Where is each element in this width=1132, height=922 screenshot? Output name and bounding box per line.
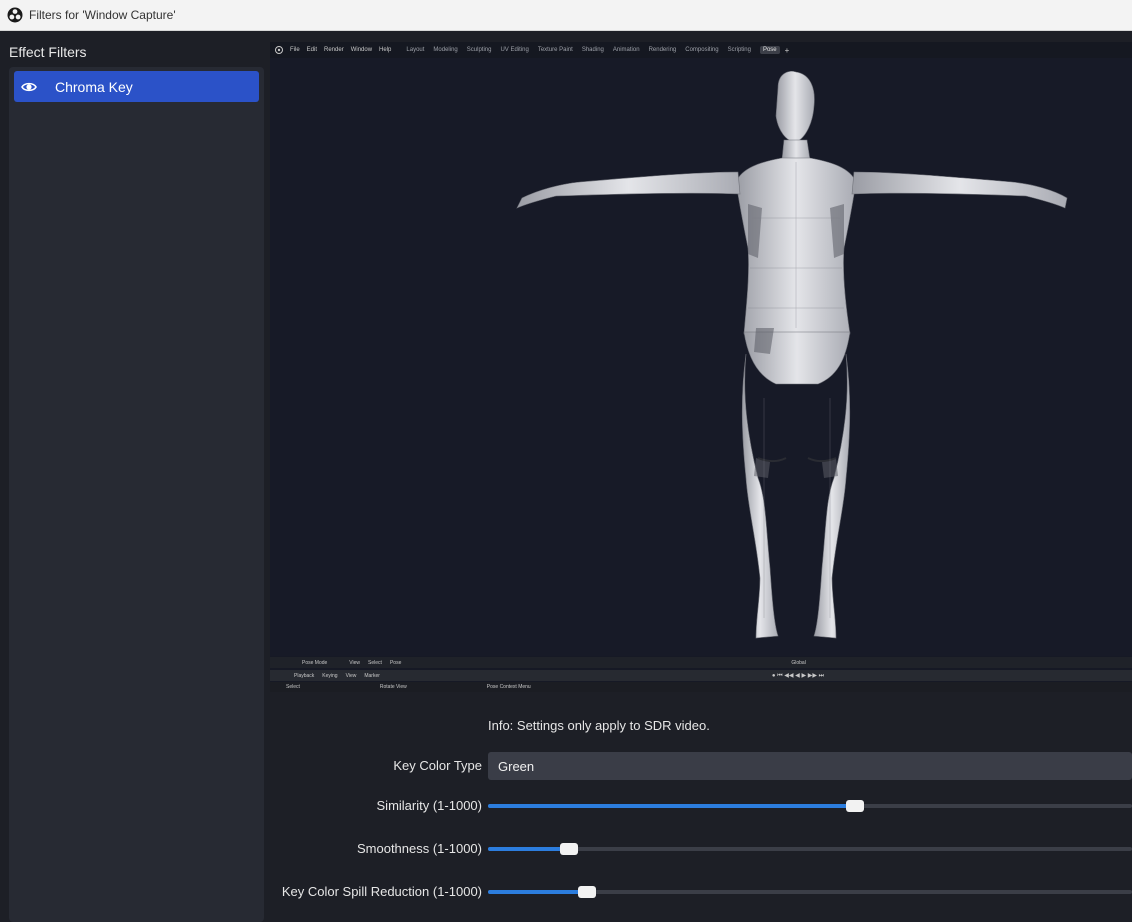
blender-viewport bbox=[270, 58, 1132, 656]
key-color-type-select[interactable]: Green bbox=[488, 752, 1132, 780]
blender-workspace: Compositing bbox=[685, 47, 719, 53]
blender-add-workspace-icon: + bbox=[784, 45, 790, 55]
slider-fill bbox=[488, 890, 587, 894]
status-context-menu: Pose Context Menu bbox=[486, 684, 531, 690]
transform-orientation: Global bbox=[791, 659, 806, 666]
mannequin-model bbox=[516, 71, 1068, 639]
blender-workspace: Rendering bbox=[648, 47, 677, 53]
filter-item-chroma-key[interactable]: Chroma Key bbox=[14, 71, 259, 102]
status-rotate-view: Rotate View bbox=[379, 684, 407, 690]
blender-logo-icon bbox=[275, 46, 283, 54]
spill-reduction-slider[interactable] bbox=[488, 885, 1132, 899]
slider-handle[interactable] bbox=[560, 843, 578, 855]
smoothness-label: Smoothness (1-1000) bbox=[356, 841, 482, 856]
spill-reduction-label: Key Color Spill Reduction (1-1000) bbox=[281, 884, 482, 899]
key-color-type-value: Green bbox=[498, 758, 535, 774]
blender-select-menu: Select bbox=[368, 659, 382, 666]
blender-timeline-bar: Playback Keying View Marker ● ⏮ ◀◀ ◀ ▶ ▶… bbox=[270, 670, 1132, 681]
key-color-type-label: Key Color Type bbox=[393, 758, 482, 773]
blender-view-menu: View bbox=[349, 659, 361, 666]
playback-menu: Playback bbox=[294, 672, 315, 679]
pose-mode-select: Pose Mode bbox=[302, 659, 328, 666]
keying-menu: Keying bbox=[322, 672, 338, 679]
timeline-view-menu: View bbox=[345, 672, 357, 679]
slider-fill bbox=[488, 847, 569, 851]
blender-pose-menu: Pose bbox=[389, 659, 402, 666]
slider-handle[interactable] bbox=[846, 800, 864, 812]
blender-workspace: Shading bbox=[581, 47, 604, 53]
blender-header-bar: Pose Mode View Select Pose Global bbox=[270, 657, 1132, 668]
similarity-slider[interactable] bbox=[488, 799, 1132, 813]
marker-menu: Marker bbox=[364, 672, 380, 679]
blender-workspace-active: Pose bbox=[759, 46, 780, 54]
blender-menu-window: Window bbox=[350, 47, 373, 53]
slider-handle[interactable] bbox=[578, 886, 596, 898]
similarity-label: Similarity (1-1000) bbox=[376, 798, 482, 813]
blender-workspace: Layout bbox=[406, 47, 425, 53]
playback-controls-icon: ● ⏮ ◀◀ ◀ ▶ ▶▶ ⏭ bbox=[771, 672, 825, 679]
effect-filters-heading: Effect Filters bbox=[9, 44, 87, 60]
filter-item-label: Chroma Key bbox=[55, 78, 133, 95]
slider-fill bbox=[488, 804, 855, 808]
filter-preview: File Edit Render Window Help Layout Mode… bbox=[270, 42, 1132, 692]
blender-menu-edit: Edit bbox=[306, 47, 318, 53]
eye-icon[interactable] bbox=[21, 79, 37, 95]
info-text: Info: Settings only apply to SDR video. bbox=[488, 718, 710, 733]
blender-workspace: Sculpting bbox=[466, 47, 492, 53]
blender-workspace: Animation bbox=[612, 47, 640, 53]
blender-status-bar: Select Rotate View Pose Context Menu bbox=[270, 682, 1132, 692]
blender-menu-help: Help bbox=[379, 47, 392, 53]
blender-workspace: Scripting bbox=[727, 47, 751, 53]
filter-settings: Info: Settings only apply to SDR video. … bbox=[270, 692, 1132, 922]
blender-workspace: UV Editing bbox=[500, 47, 529, 53]
filters-list: Chroma Key bbox=[9, 67, 264, 922]
obs-logo-icon bbox=[7, 7, 23, 23]
window-title: Filters for 'Window Capture' bbox=[29, 8, 176, 22]
blender-top-bar: File Edit Render Window Help Layout Mode… bbox=[270, 42, 1132, 58]
status-select: Select bbox=[286, 684, 300, 690]
blender-menu-render: Render bbox=[324, 47, 344, 53]
blender-workspace: Texture Paint bbox=[537, 47, 573, 53]
smoothness-slider[interactable] bbox=[488, 842, 1132, 856]
title-bar: Filters for 'Window Capture' bbox=[0, 0, 1132, 31]
filters-panel: Effect Filters Chroma Key bbox=[0, 31, 268, 922]
blender-menu-file: File bbox=[290, 47, 300, 53]
blender-workspace: Modeling bbox=[433, 47, 458, 53]
slider-track bbox=[488, 847, 1132, 851]
